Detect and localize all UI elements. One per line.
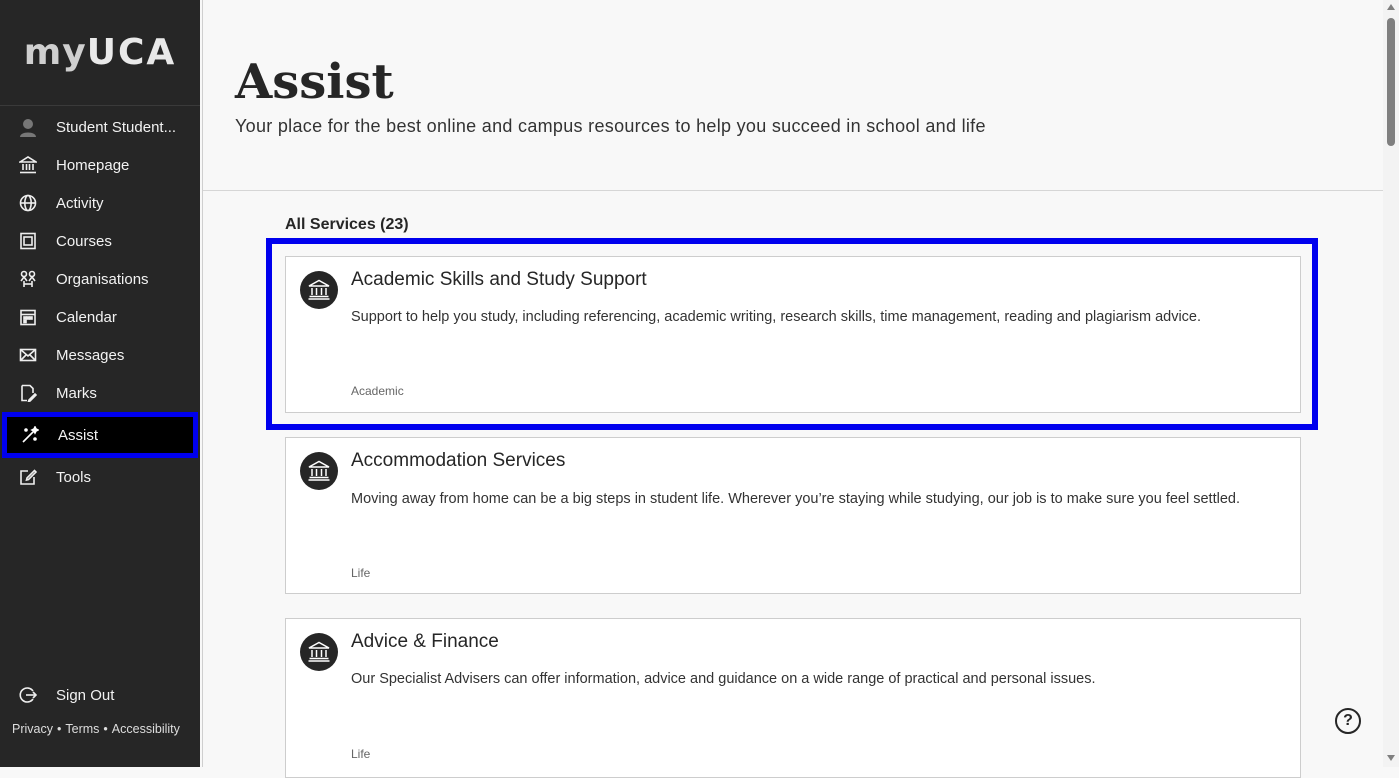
institution-icon (300, 452, 338, 490)
institution-icon (300, 633, 338, 671)
service-description: Moving away from home can be a big steps… (351, 491, 1240, 507)
sidebar-item-label: Student Student... (56, 118, 177, 136)
service-title[interactable]: Accommodation Services (351, 450, 565, 472)
assist-icon (20, 425, 40, 445)
institution-icon (300, 271, 338, 309)
page-subtitle: Your place for the best online and campu… (235, 116, 986, 136)
myuca-logo[interactable]: myUCA (0, 0, 200, 106)
institution-icon (18, 155, 38, 175)
privacy-link[interactable]: Privacy (12, 722, 53, 736)
sidebar-item-label: Organisations (56, 270, 149, 288)
sidebar-item-messages[interactable]: Messages (0, 336, 200, 374)
calendar-icon (18, 307, 38, 327)
vertical-scrollbar[interactable] (1383, 0, 1399, 767)
sidebar: myUCA Student Student... Homepage Activi… (0, 0, 200, 767)
service-category: Life (351, 566, 371, 580)
sidebar-item-label: Activity (56, 194, 104, 212)
sign-out-icon (18, 685, 38, 705)
logo-brand: UCA (86, 32, 177, 73)
sign-out-label: Sign Out (56, 686, 115, 704)
service-card-academic-skills[interactable]: Academic Skills and Study Support Suppor… (285, 256, 1301, 413)
sidebar-item-marks[interactable]: Marks (0, 374, 200, 412)
service-title[interactable]: Advice & Finance (351, 631, 499, 653)
service-description: Support to help you study, including ref… (351, 309, 1202, 325)
header-divider (203, 190, 1383, 191)
globe-icon (18, 193, 38, 213)
services-heading: All Services (23) (285, 216, 409, 233)
scroll-down-arrow[interactable] (1387, 755, 1395, 761)
service-title[interactable]: Academic Skills and Study Support (351, 269, 647, 291)
scroll-up-arrow[interactable] (1387, 4, 1395, 10)
sidebar-item-label: Messages (56, 346, 125, 364)
main-content: Assist Your place for the best online an… (202, 0, 1383, 778)
sidebar-item-activity[interactable]: Activity (0, 184, 200, 222)
marks-icon (18, 383, 38, 403)
sidebar-item-tools[interactable]: Tools (0, 458, 200, 496)
sidebar-item-label: Courses (56, 232, 112, 250)
page-header: Assist Your place for the best online an… (235, 52, 986, 137)
service-card-advice-finance[interactable]: Advice & Finance Our Specialist Advisers… (285, 618, 1301, 778)
service-category: Academic (351, 384, 404, 398)
sidebar-item-organisations[interactable]: Organisations (0, 260, 200, 298)
sidebar-item-label: Tools (56, 468, 92, 486)
sign-out-button[interactable]: Sign Out (0, 677, 200, 713)
scroll-thumb[interactable] (1387, 18, 1395, 146)
service-category: Life (351, 747, 371, 761)
sidebar-item-label: Calendar (56, 308, 117, 326)
page-title: Assist (235, 54, 394, 110)
sidebar-item-courses[interactable]: Courses (0, 222, 200, 260)
tools-icon (18, 467, 38, 487)
help-button[interactable]: ? (1335, 708, 1361, 734)
logo-prefix: my (23, 32, 87, 73)
service-card-accommodation[interactable]: Accommodation Services Moving away from … (285, 437, 1301, 594)
help-icon: ? (1343, 712, 1353, 729)
sidebar-item-profile[interactable]: Student Student... (0, 108, 200, 146)
terms-link[interactable]: Terms (65, 722, 99, 736)
footer-separator: • (103, 722, 108, 736)
sidebar-item-label: Marks (56, 384, 97, 402)
user-avatar-icon (18, 117, 38, 137)
footer-separator: • (56, 722, 62, 736)
organisations-icon (18, 269, 38, 289)
sidebar-nav: Student Student... Homepage Activity Cou… (0, 108, 200, 496)
sidebar-item-calendar[interactable]: Calendar (0, 298, 200, 336)
sidebar-item-homepage[interactable]: Homepage (0, 146, 200, 184)
courses-icon (18, 231, 38, 251)
service-description: Our Specialist Advisers can offer inform… (351, 671, 1096, 687)
sidebar-item-label: Homepage (56, 156, 130, 174)
footer-links: Privacy • Terms • Accessibility (12, 722, 180, 736)
envelope-icon (18, 345, 38, 365)
sidebar-item-assist[interactable]: Assist (2, 412, 198, 458)
sidebar-item-label: Assist (58, 426, 99, 444)
accessibility-link[interactable]: Accessibility (112, 722, 180, 736)
